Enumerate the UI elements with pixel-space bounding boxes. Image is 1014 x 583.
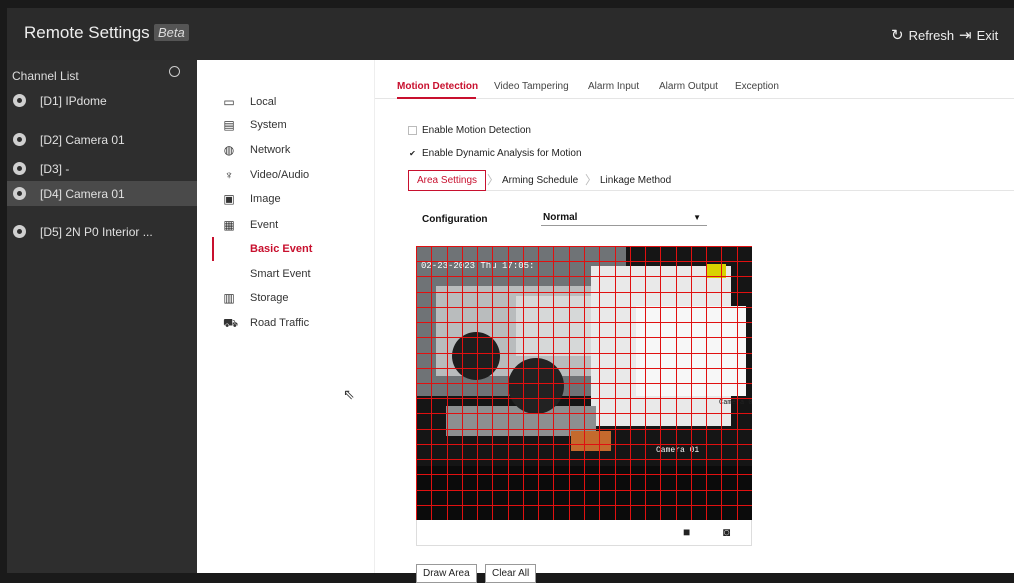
- beta-badge: Beta: [154, 24, 189, 41]
- tab-motion-detection[interactable]: Motion Detection: [397, 81, 478, 92]
- video-overlay-right: Camera 01: [719, 399, 752, 407]
- nav-label: Storage: [250, 292, 289, 304]
- vehicle-search-icon: ⛟: [223, 316, 239, 330]
- nav-label: Road Traffic: [250, 317, 310, 329]
- video-toolbar: ■ ◙: [416, 520, 752, 546]
- exit-button[interactable]: ⇥ Exit: [959, 26, 998, 44]
- configuration-value: Normal: [543, 212, 578, 223]
- channel-label: [D1] IPdome: [40, 93, 107, 108]
- refresh-label: Refresh: [908, 27, 955, 43]
- nav-item-storage[interactable]: ▥ Storage: [197, 286, 375, 310]
- configuration-label: Configuration: [422, 214, 488, 225]
- tab-alarm-output[interactable]: Alarm Output: [659, 81, 718, 92]
- nav-item-image[interactable]: ▣ Image: [197, 187, 375, 211]
- checkbox-box: [408, 126, 417, 135]
- channel-label: [D5] 2N P0 Interior ...: [40, 224, 153, 239]
- channel-item-d4[interactable]: [D4] Camera 01: [7, 181, 197, 206]
- channel-label: [D3] -: [40, 161, 70, 176]
- nav-item-video-audio[interactable]: ♆ Video/Audio: [197, 163, 375, 187]
- channel-list-header: Channel List: [12, 69, 79, 83]
- video-overlay-bottom: Camera 01: [656, 446, 699, 455]
- tab-exception[interactable]: Exception: [735, 81, 779, 92]
- camera-scene: 02-23-2023 Thu 17:05: Camera 01 Camera 0…: [416, 246, 752, 520]
- camera-icon: [13, 225, 26, 238]
- checkbox-label: Enable Dynamic Analysis for Motion: [422, 148, 582, 159]
- system-icon: ▤: [223, 118, 235, 132]
- event-tabs: Motion Detection Video Tampering Alarm I…: [375, 60, 1014, 99]
- title-bar: Remote Settings Beta ↻ Refresh ⇥ Exit: [7, 8, 1014, 60]
- area-subtabs: Area Settings 〉 Arming Schedule 〉 Linkag…: [408, 170, 1014, 191]
- channel-item-d1[interactable]: [D1] IPdome: [7, 88, 197, 113]
- nav-item-road-traffic[interactable]: ⛟ Road Traffic: [197, 311, 375, 335]
- configuration-select[interactable]: Normal ▼: [541, 209, 707, 226]
- camera-icon: [13, 94, 26, 107]
- main-content: Motion Detection Video Tampering Alarm I…: [375, 60, 1014, 583]
- refresh-icon: ↻: [891, 27, 904, 44]
- channel-item-d5[interactable]: [D5] 2N P0 Interior ...: [7, 219, 197, 244]
- camera-icon: [13, 162, 26, 175]
- exit-label: Exit: [976, 27, 999, 43]
- channel-item-d3[interactable]: [D3] -: [7, 156, 197, 181]
- chevron-right-icon: 〉: [487, 173, 500, 187]
- exit-icon: ⇥: [959, 27, 972, 44]
- globe-icon: ◍: [223, 143, 235, 157]
- channel-list-panel: Channel List [D1] IPdome [D2] Camera 01 …: [7, 60, 197, 573]
- camera-preview[interactable]: 02-23-2023 Thu 17:05: Camera 01 Camera 0…: [416, 246, 752, 520]
- channel-item-d2[interactable]: [D2] Camera 01: [7, 127, 197, 152]
- microphone-icon: ♆: [224, 168, 234, 182]
- nav-item-smart-event[interactable]: Smart Event: [197, 262, 375, 286]
- camera-icon: [13, 187, 26, 200]
- calendar-icon: ▦: [223, 218, 235, 232]
- image-icon: ▣: [223, 192, 235, 206]
- save-icon: ▥: [223, 291, 235, 305]
- nav-label: Smart Event: [250, 268, 311, 280]
- channel-label: [D2] Camera 01: [40, 132, 125, 147]
- tab-alarm-input[interactable]: Alarm Input: [588, 81, 639, 92]
- nav-item-system[interactable]: ▤ System: [197, 113, 375, 137]
- subtab-arming-schedule[interactable]: Arming Schedule: [494, 170, 586, 191]
- settings-nav: ▭ Local ▤ System ◍ Network ♆ Video/Audio…: [197, 60, 375, 573]
- monitor-icon: ▭: [223, 95, 235, 109]
- active-tab-indicator: [397, 97, 476, 99]
- subtab-area-settings[interactable]: Area Settings: [408, 170, 487, 191]
- nav-label: Event: [250, 219, 279, 231]
- channel-label: [D4] Camera 01: [40, 186, 125, 201]
- nav-label: System: [250, 119, 287, 131]
- remote-settings-window: Remote Settings Beta ↻ Refresh ⇥ Exit Ch…: [7, 8, 1014, 583]
- checkmark-icon: ✔: [409, 149, 416, 158]
- clear-all-button[interactable]: Clear All: [485, 564, 537, 583]
- enable-motion-detection-checkbox[interactable]: Enable Motion Detection: [408, 125, 531, 136]
- nav-label: Local: [250, 96, 277, 108]
- refresh-button[interactable]: ↻ Refresh: [891, 26, 954, 44]
- nav-item-network[interactable]: ◍ Network: [197, 138, 375, 162]
- camera-icon[interactable]: ◙: [723, 525, 730, 539]
- nav-item-local[interactable]: ▭ Local: [197, 90, 375, 114]
- enable-dynamic-analysis-checkbox[interactable]: ✔ Enable Dynamic Analysis for Motion: [408, 148, 582, 159]
- nav-item-basic-event[interactable]: Basic Event: [197, 237, 375, 261]
- chevron-right-icon: 〉: [585, 173, 598, 187]
- draw-area-button[interactable]: Draw Area: [416, 564, 477, 583]
- checkbox-label: Enable Motion Detection: [422, 125, 531, 136]
- window-title: Remote Settings: [24, 23, 150, 42]
- nav-item-event[interactable]: ▦ Event: [197, 213, 375, 237]
- mouse-cursor-icon: ⇖: [343, 386, 355, 402]
- nav-label: Video/Audio: [250, 169, 310, 181]
- nav-label: Basic Event: [250, 243, 313, 255]
- tab-video-tampering[interactable]: Video Tampering: [494, 81, 569, 92]
- nav-label: Image: [250, 193, 281, 205]
- subtab-linkage-method[interactable]: Linkage Method: [592, 170, 679, 191]
- chevron-down-icon: ▼: [693, 213, 701, 222]
- channel-refresh-icon[interactable]: [169, 66, 180, 77]
- camera-icon: [13, 133, 26, 146]
- record-icon[interactable]: ■: [683, 525, 690, 539]
- nav-label: Network: [250, 144, 291, 156]
